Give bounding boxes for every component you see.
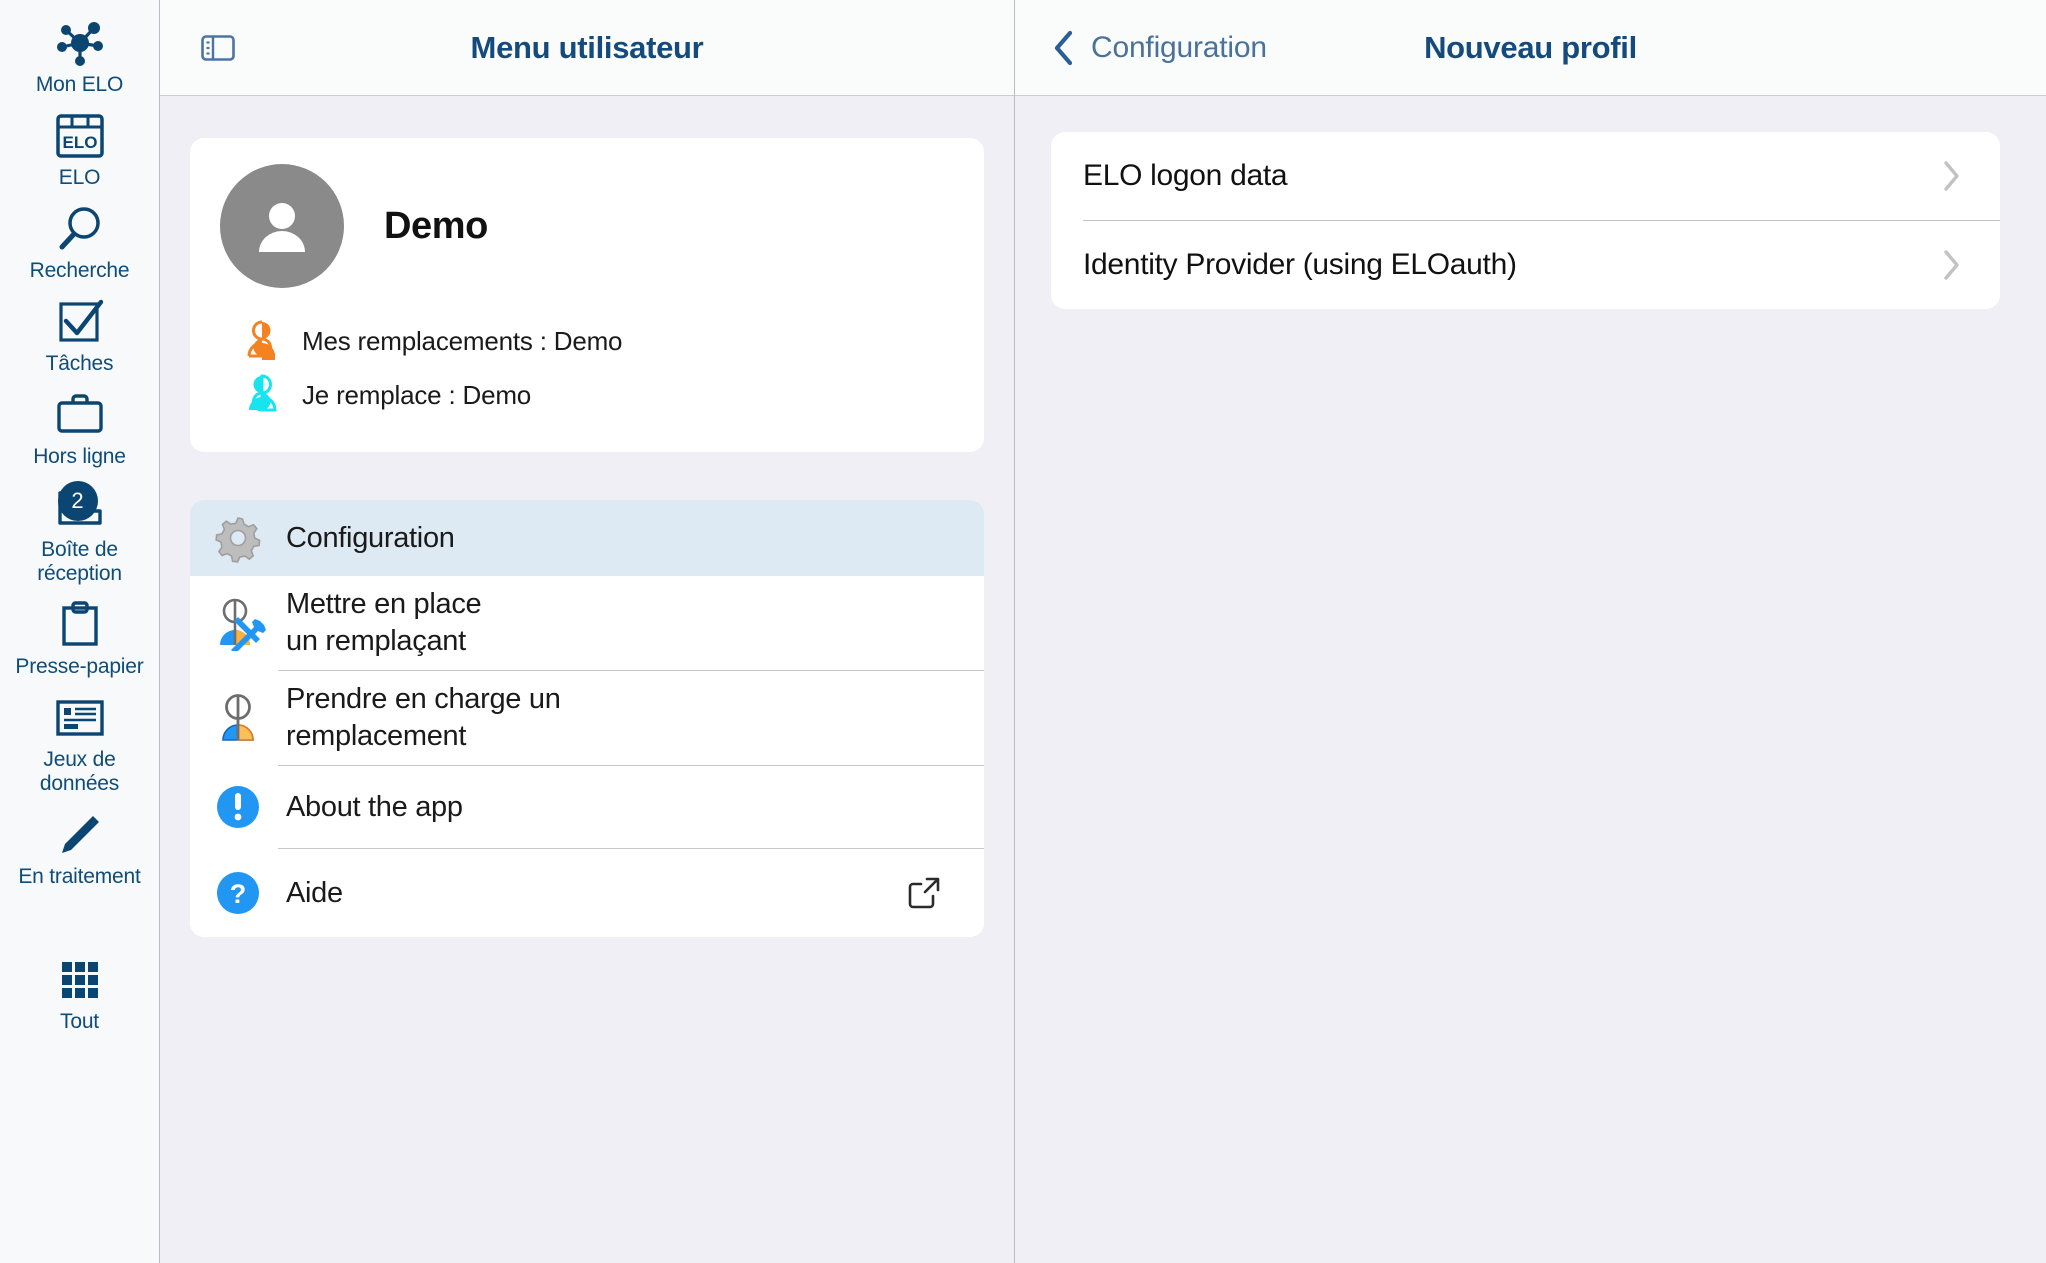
user-menu-header: Menu utilisateur: [160, 0, 1014, 96]
settings-list: ELO logon data Identity Provider (using …: [1051, 132, 2000, 309]
profile-substituting-label: Je remplace : Demo: [302, 379, 532, 410]
gear-icon: [190, 512, 286, 564]
profile-substituting-row: Je remplace : Demo: [190, 368, 984, 422]
back-button-label: Configuration: [1091, 30, 1267, 64]
sidebar-item-jeux-de-donnees[interactable]: Jeux de données: [0, 683, 159, 800]
sidebar-item-hors-ligne[interactable]: Hors ligne: [0, 380, 159, 473]
detail-header: Configuration Nouveau profil: [1015, 0, 2046, 96]
menu-item-set-substitute[interactable]: Mettre en place un remplaçant: [190, 576, 984, 670]
substitute-orange-icon: [242, 320, 282, 362]
menu-item-label: Mettre en place un remplaçant: [286, 588, 482, 657]
app-window: Mon ELO ELO ELO Recherche Tâches Hors li…: [0, 0, 2046, 1263]
grid-apps-icon: [55, 951, 105, 1009]
clipboard-icon: [55, 596, 105, 654]
user-menu-column: Menu utilisateur Demo Mes remplacements …: [160, 0, 1015, 1263]
pencil-icon: [55, 806, 105, 864]
menu-item-aide[interactable]: ? Aide: [190, 849, 984, 937]
external-link-icon[interactable]: [906, 875, 984, 911]
menu-item-label: About the app: [286, 790, 463, 823]
sidebar-item-label: En traitement: [18, 865, 141, 888]
sidebar-item-label: Recherche: [29, 259, 130, 282]
user-menu-body: Demo Mes remplacements : Demo Je remplac…: [160, 96, 1014, 1263]
list-item-label: ELO logon data: [1083, 159, 1288, 192]
elo-archive-icon: ELO: [55, 107, 105, 165]
take-substitution-icon: [190, 690, 286, 746]
user-avatar-icon: [220, 164, 344, 288]
sidebar-item-label: Mon ELO: [35, 73, 124, 96]
set-substitute-icon: [190, 595, 286, 651]
menu-item-label: Aide: [286, 876, 343, 909]
sidebar-item-label: Tâches: [45, 352, 114, 375]
user-menu-list: Configuration Mettre en place un remplaç…: [190, 500, 984, 937]
sidebar-item-en-traitement[interactable]: En traitement: [0, 800, 159, 893]
profile-substitution-label: Mes remplacements : Demo: [302, 325, 623, 356]
svg-text:?: ?: [230, 879, 247, 909]
chevron-left-icon: [1051, 28, 1077, 68]
detail-body: ELO logon data Identity Provider (using …: [1015, 96, 2046, 1263]
network-hub-icon: [53, 14, 107, 72]
side-panel-toggle-icon[interactable]: [198, 28, 238, 68]
list-item-identity-provider[interactable]: Identity Provider (using ELOauth): [1051, 221, 2000, 309]
list-item-elo-logon-data[interactable]: ELO logon data: [1051, 132, 2000, 220]
menu-item-label: Prendre en charge un remplacement: [286, 683, 561, 752]
substitute-cyan-icon: [242, 374, 282, 416]
left-navigation-rail: Mon ELO ELO ELO Recherche Tâches Hors li…: [0, 0, 160, 1263]
sidebar-item-label: Jeux de données: [39, 748, 120, 795]
sidebar-item-recherche[interactable]: Recherche: [0, 194, 159, 287]
chevron-right-icon: [1940, 248, 1962, 282]
sidebar-item-label: Boîte de réception: [37, 538, 122, 585]
profile-card: Demo Mes remplacements : Demo Je remplac…: [190, 138, 984, 452]
info-exclamation-icon: [190, 783, 286, 831]
search-icon: [55, 200, 105, 258]
svg-text:ELO: ELO: [62, 133, 97, 152]
menu-item-take-substitution[interactable]: Prendre en charge un remplacement: [190, 671, 984, 765]
list-item-label: Identity Provider (using ELOauth): [1083, 248, 1517, 281]
checkbox-check-icon: [55, 293, 105, 351]
sidebar-item-mon-elo[interactable]: Mon ELO: [0, 8, 159, 101]
sidebar-item-presse-papier[interactable]: Presse-papier: [0, 590, 159, 683]
sidebar-item-boite-de-reception[interactable]: 2 Boîte de réception: [0, 473, 159, 590]
sidebar-item-taches[interactable]: Tâches: [0, 287, 159, 380]
page-title: Menu utilisateur: [470, 29, 704, 65]
inbox-tray-icon: 2: [52, 479, 108, 537]
sidebar-item-label: Hors ligne: [33, 445, 126, 468]
help-question-icon: ?: [190, 869, 286, 917]
profile-header: Demo: [190, 164, 984, 288]
sidebar-item-label: Tout: [60, 1010, 99, 1033]
detail-column: Configuration Nouveau profil ELO logon d…: [1015, 0, 2046, 1263]
profile-name: Demo: [384, 204, 488, 247]
menu-item-label: Configuration: [286, 521, 455, 554]
back-button[interactable]: Configuration: [1051, 28, 1267, 68]
profile-substitutions-row: Mes remplacements : Demo: [190, 314, 984, 368]
chevron-right-icon: [1940, 159, 1962, 193]
briefcase-icon: [54, 386, 106, 444]
menu-item-about-the-app[interactable]: About the app: [190, 766, 984, 848]
sidebar-item-elo[interactable]: ELO ELO: [0, 101, 159, 194]
menu-item-configuration[interactable]: Configuration: [190, 500, 984, 576]
inbox-badge-count: 2: [57, 481, 98, 521]
sidebar-item-label: ELO: [58, 166, 101, 189]
data-sets-icon: [52, 689, 108, 747]
sidebar-item-label: Presse-papier: [15, 655, 144, 678]
sidebar-item-tout[interactable]: Tout: [0, 945, 159, 1038]
